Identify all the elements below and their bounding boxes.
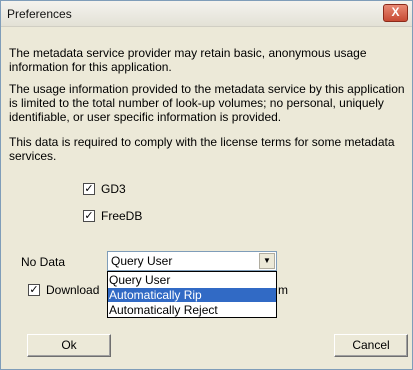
info-paragraph-3: This data is required to comply with the… <box>9 135 395 163</box>
option-automatically-reject[interactable]: Automatically Reject <box>108 303 276 317</box>
option-query-user[interactable]: Query User <box>108 273 276 287</box>
close-icon: X <box>391 5 400 19</box>
gd3-checkbox[interactable]: ✓ <box>83 183 95 195</box>
download-checkbox[interactable]: ✓ <box>28 284 40 296</box>
ok-button[interactable]: Ok <box>27 334 111 357</box>
chevron-down-icon[interactable]: ▼ <box>259 253 275 269</box>
option-automatically-rip[interactable]: Automatically Rip <box>108 288 276 302</box>
title-bar: Preferences X <box>1 1 412 27</box>
check-icon: ✓ <box>84 183 94 195</box>
check-icon: ✓ <box>29 284 39 296</box>
preferences-dialog: Preferences X The metadata service provi… <box>0 0 413 370</box>
gd3-label: GD3 <box>101 182 126 196</box>
download-label-suffix: m <box>278 283 288 297</box>
no-data-dropdown-list: Query User Automatically Rip Automatical… <box>107 271 277 318</box>
close-button[interactable]: X <box>383 4 408 22</box>
freedb-checkbox[interactable]: ✓ <box>83 210 95 222</box>
no-data-select[interactable]: Query User ▼ <box>107 251 277 271</box>
info-paragraph-1: The metadata service provider may retain… <box>9 46 367 74</box>
freedb-label: FreeDB <box>101 209 143 223</box>
cancel-button[interactable]: Cancel <box>334 334 408 357</box>
window-title: Preferences <box>7 7 72 21</box>
no-data-selected-value: Query User <box>111 254 173 268</box>
download-label: Download <box>46 283 100 297</box>
check-icon: ✓ <box>84 210 94 222</box>
no-data-label: No Data <box>21 255 66 269</box>
info-paragraph-2: The usage information provided to the me… <box>9 82 405 124</box>
